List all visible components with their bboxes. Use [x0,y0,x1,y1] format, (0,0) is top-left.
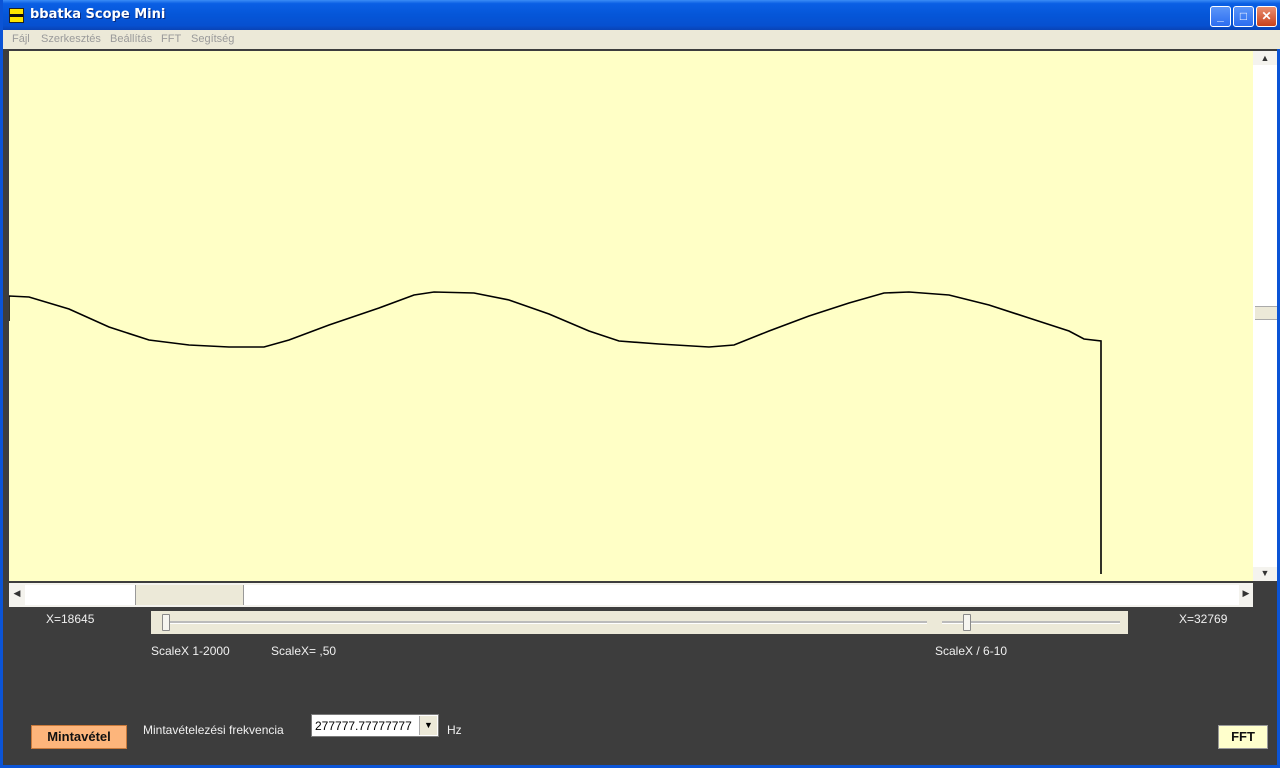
arrow-right-icon[interactable]: ▶ [1239,588,1253,599]
close-button[interactable]: ✕ [1256,6,1277,27]
title-bar[interactable]: bbatka Scope Mini _ □ ✕ [3,0,1280,30]
horizontal-scroll-thumb[interactable] [135,585,244,605]
menu-help[interactable]: Segítség [191,33,234,45]
horizontal-scrollbar[interactable]: ◀ ▶ [9,583,1253,607]
sample-button[interactable]: Mintavétel [31,725,127,749]
app-window: bbatka Scope Mini _ □ ✕ Fájl Szerkesztés… [0,0,1280,768]
menu-fft[interactable]: FFT [161,33,181,45]
freq-select[interactable]: 277777.77777777 ▼ [311,714,439,737]
vertical-scroll-thumb[interactable] [1255,306,1277,320]
maximize-button[interactable]: □ [1233,6,1254,27]
arrow-down-icon[interactable]: ▼ [1258,568,1272,578]
freq-unit: Hz [447,723,462,737]
scalex-div-label: ScaleX / 6-10 [935,644,1008,658]
scalex-range-label: ScaleX 1-2000 [151,644,230,658]
scope-display[interactable] [9,51,1253,581]
menu-edit[interactable]: Szerkesztés [41,33,101,45]
waveform-trace [9,291,1102,574]
minimize-button[interactable]: _ [1210,6,1231,27]
arrow-up-icon[interactable]: ▲ [1258,53,1272,63]
fft-button[interactable]: FFT [1218,725,1268,749]
x-left-readout: X=18645 [46,612,95,626]
chevron-down-icon[interactable]: ▼ [419,716,437,735]
scalex-value-label: ScaleX= ,50 [271,644,337,658]
arrow-left-icon[interactable]: ◀ [10,588,24,599]
scope-icon [9,8,24,23]
scale-slider-panel [151,611,1128,634]
freq-label: Mintavételezési frekvencia [143,723,284,737]
minimize-icon: _ [1217,9,1224,23]
menu-file[interactable]: Fájl [12,33,30,45]
vertical-scrollbar[interactable]: ▲ ▼ [1253,51,1277,581]
freq-value: 277777.77777777 [315,719,412,733]
menu-bar: Fájl Szerkesztés Beállítás FFT Segítség [3,30,1280,49]
close-icon: ✕ [1261,9,1272,23]
window-title: bbatka Scope Mini [30,7,166,22]
menu-settings[interactable]: Beállítás [110,33,152,45]
x-right-readout: X=32769 [1179,612,1228,626]
scalex-slider-track[interactable] [165,621,927,624]
maximize-icon: □ [1239,9,1248,23]
scalex-slider-thumb[interactable] [162,614,170,631]
scalex-div-slider-thumb[interactable] [963,614,971,631]
